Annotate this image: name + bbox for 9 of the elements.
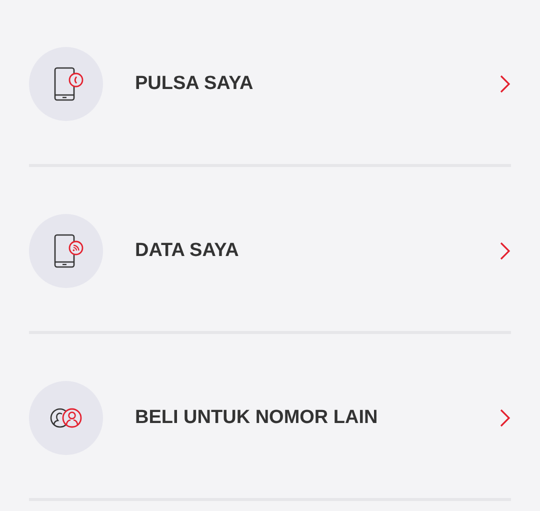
chevron-right-icon [499, 241, 511, 261]
chevron-right-icon [499, 408, 511, 428]
menu-label: BELI UNTUK NOMOR LAIN [135, 407, 379, 429]
menu-item[interactable]: PULSA SAYA [29, 0, 511, 167]
menu-label: PULSA SAYA [135, 73, 254, 95]
chevron-right-icon [499, 74, 511, 94]
menu-label: DATA SAYA [135, 240, 240, 262]
menu-item[interactable]: DATA SAYA [29, 167, 511, 334]
menu-item[interactable]: BELI UNTUK NOMOR LAIN [29, 334, 511, 501]
